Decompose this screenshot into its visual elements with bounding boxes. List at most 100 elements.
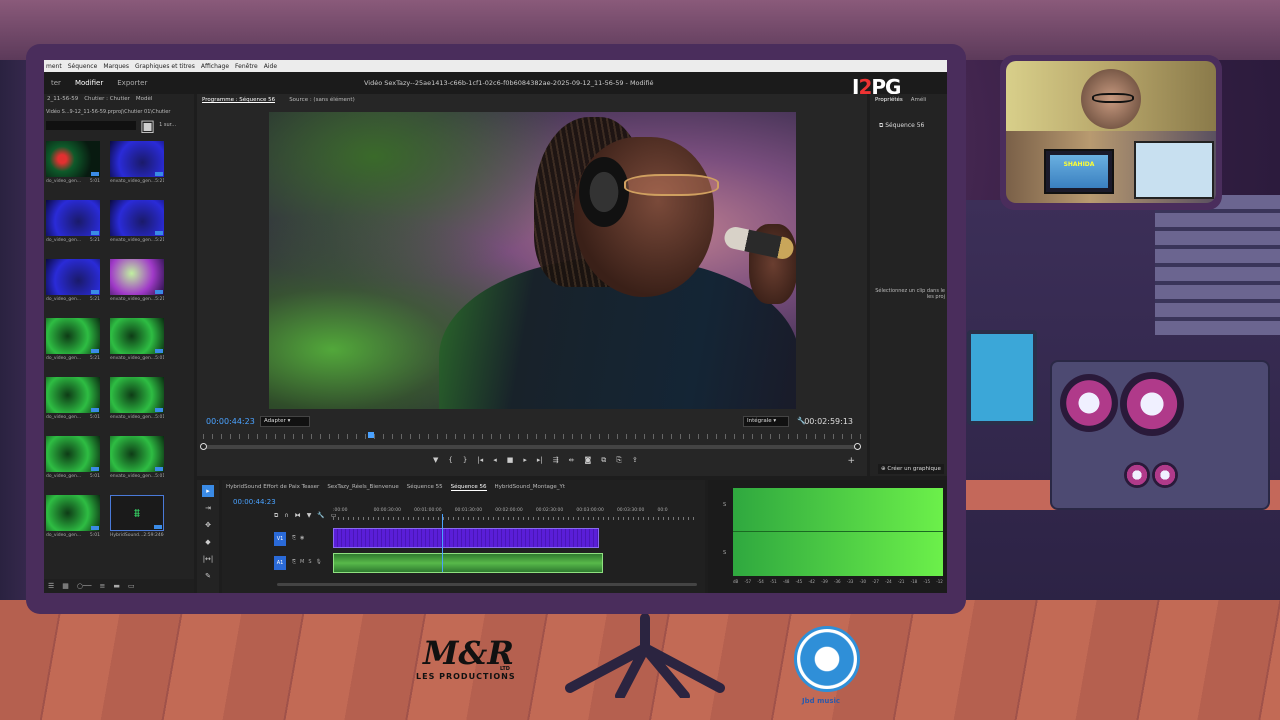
menu-item-window[interactable]: Fenêtre <box>235 63 258 70</box>
create-graphic-button[interactable]: ⊕ Créer un graphique <box>878 464 944 474</box>
menu-item-view[interactable]: Affichage <box>201 63 229 70</box>
icon-view-icon[interactable]: ▦ <box>62 582 69 590</box>
button-editor-icon[interactable]: + <box>847 456 855 466</box>
compare-icon[interactable]: ⧉ <box>601 456 606 465</box>
eye-icon[interactable]: ◉ <box>300 535 304 541</box>
solo-button[interactable]: S <box>308 559 311 565</box>
share-icon[interactable]: ⇪ <box>632 456 638 465</box>
project-item[interactable]: do_video_gen... 5:01 <box>46 141 100 200</box>
sync-lock-icon[interactable]: ⎘ <box>292 559 296 565</box>
timeline-tab[interactable]: Séquence 56 <box>450 484 487 491</box>
timeline-timecode[interactable]: 00:00:44:23 <box>233 498 276 506</box>
selection-tool-icon[interactable]: ▸ <box>202 485 214 497</box>
menu-item-help[interactable]: Aide <box>264 63 277 70</box>
project-search-input[interactable] <box>46 120 136 130</box>
project-item[interactable]: do_video_gen... 5:21 <box>46 318 100 377</box>
tab-project[interactable]: 2_11-56-59 <box>47 96 78 104</box>
sort-icon[interactable]: ≡ <box>99 582 105 590</box>
tab-enhance[interactable]: Améli <box>911 97 927 103</box>
scrollbar-handle-right[interactable] <box>854 443 861 450</box>
menu-item-sequence[interactable]: Séquence <box>68 63 98 70</box>
track-target-v1[interactable]: V1 <box>274 532 286 546</box>
razor-tool-icon[interactable]: ◆ <box>202 536 214 548</box>
new-item-icon[interactable]: ▭ <box>128 582 135 590</box>
project-item[interactable]: do_video_gen... 5:01 <box>46 495 100 554</box>
ripple-edit-tool-icon[interactable]: ✥ <box>202 519 214 531</box>
export-frame-icon[interactable]: ◙ <box>584 456 591 465</box>
project-item[interactable]: envato_video_gen... 5:21 <box>110 141 164 200</box>
tab-edit[interactable]: Modifier <box>68 79 110 87</box>
timeline-tab[interactable]: HybridSound Effort de Paix Teaser <box>226 484 319 490</box>
video-frame[interactable] <box>269 112 796 409</box>
slip-tool-icon[interactable]: |↔| <box>202 553 214 565</box>
menu-item-markers[interactable]: Marques <box>103 63 129 70</box>
project-item[interactable]: envato_video_gen... 5:01 <box>110 377 164 436</box>
marker-icon[interactable]: ▼ <box>433 456 438 465</box>
project-item[interactable]: do_video_gen... 5:21 <box>46 259 100 318</box>
step-back-icon[interactable]: ◂ <box>493 456 497 465</box>
project-item[interactable]: envato_video_gen... 5:01 <box>110 318 164 377</box>
tab-source[interactable]: Source : (sans élément) <box>289 97 355 103</box>
in-point-icon[interactable]: { <box>448 456 452 465</box>
menu-item-edit[interactable]: ment <box>46 63 62 70</box>
timeline-settings-icon[interactable]: 🔧 <box>317 512 324 520</box>
track-target-a1[interactable]: A1 <box>274 556 286 570</box>
timeline-scrollbar[interactable] <box>277 583 697 586</box>
captions-icon[interactable]: ▭ <box>331 512 337 520</box>
tab-import[interactable]: ter <box>44 79 68 87</box>
project-item[interactable]: do_video_gen... 5:21 <box>46 200 100 259</box>
project-item[interactable]: do_video_gen... 5:01 <box>46 377 100 436</box>
tab-properties[interactable]: Propriétés <box>875 97 903 103</box>
resolution-select[interactable]: Intégrale ▾ <box>743 416 789 427</box>
play-icon[interactable]: ▸ <box>523 456 527 465</box>
audio-clip[interactable] <box>333 553 603 573</box>
video-clip[interactable] <box>333 528 599 548</box>
pen-tool-icon[interactable]: ✎ <box>202 570 214 582</box>
mute-button[interactable]: M <box>300 559 304 565</box>
mic-icon[interactable]: 🎙 <box>316 559 322 565</box>
project-item[interactable]: do_video_gen... 5:01 <box>46 436 100 495</box>
project-item[interactable]: envato_video_gen... 5:21 <box>110 200 164 259</box>
program-playhead[interactable] <box>367 432 374 438</box>
zoom-slider-icon[interactable]: ○── <box>77 582 92 590</box>
zoom-fit-select[interactable]: Adapter ▾ <box>260 416 310 427</box>
out-point-icon[interactable]: } <box>463 456 467 465</box>
timeline-playhead[interactable] <box>442 514 443 572</box>
zoom-scrollbar[interactable] <box>203 445 861 449</box>
sync-lock-icon[interactable]: ⎘ <box>292 535 296 541</box>
track-select-tool-icon[interactable]: ⇥ <box>202 502 214 514</box>
scrollbar-handle-left[interactable] <box>200 443 207 450</box>
project-item[interactable]: envato_video_gen... 5:01 <box>110 436 164 495</box>
extract-icon[interactable]: ⇷ <box>569 456 575 465</box>
project-item[interactable]: ⩩HybridSound...2:59:24605 <box>110 495 164 554</box>
lift-icon[interactable]: ⇶ <box>553 456 559 465</box>
clip-thumbnail <box>110 200 164 236</box>
item-duration: 5:21 <box>155 179 164 184</box>
tab-program[interactable]: Programme : Séquence 56 <box>202 97 276 103</box>
menu-item-graphics[interactable]: Graphiques et titres <box>135 63 195 70</box>
list-view-icon[interactable]: ☰ <box>48 582 54 590</box>
meter-scale-label: -21 <box>897 579 905 584</box>
timeline-tab[interactable]: HybridSound_Montage_Yt <box>495 484 566 490</box>
step-forward-icon[interactable]: ▸| <box>537 456 543 465</box>
new-bin-icon[interactable]: ▬ <box>113 582 120 590</box>
tab-bin[interactable]: Chutier : Chutier <box>84 96 130 104</box>
program-ruler[interactable] <box>203 434 863 439</box>
clip-thumbnail <box>46 318 100 354</box>
linked-selection-icon[interactable]: ⧓ <box>295 512 301 520</box>
tab-templates[interactable]: Modèl <box>136 96 153 104</box>
item-duration: 5:21 <box>155 297 164 302</box>
add-marker-icon[interactable]: ▼ <box>307 512 312 520</box>
project-item[interactable]: envato_video_gen... 5:21 <box>110 259 164 318</box>
stop-icon[interactable]: ■ <box>507 456 514 465</box>
nest-icon[interactable]: ⧉ <box>274 512 278 520</box>
timeline-tab[interactable]: SexTazy_Réels_Bienvenue <box>327 484 398 490</box>
snap-icon[interactable]: ∩ <box>284 512 288 520</box>
go-to-in-icon[interactable]: |◂ <box>477 456 483 465</box>
meter-scale-label: -15 <box>923 579 931 584</box>
playhead-timecode[interactable]: 00:00:44:23 <box>206 417 255 426</box>
folder-icon[interactable]: ▣ <box>140 116 155 135</box>
timeline-tab[interactable]: Séquence 55 <box>407 484 443 490</box>
tab-export[interactable]: Exporter <box>110 79 154 87</box>
overlay-icon[interactable]: ⎘ <box>616 456 622 465</box>
